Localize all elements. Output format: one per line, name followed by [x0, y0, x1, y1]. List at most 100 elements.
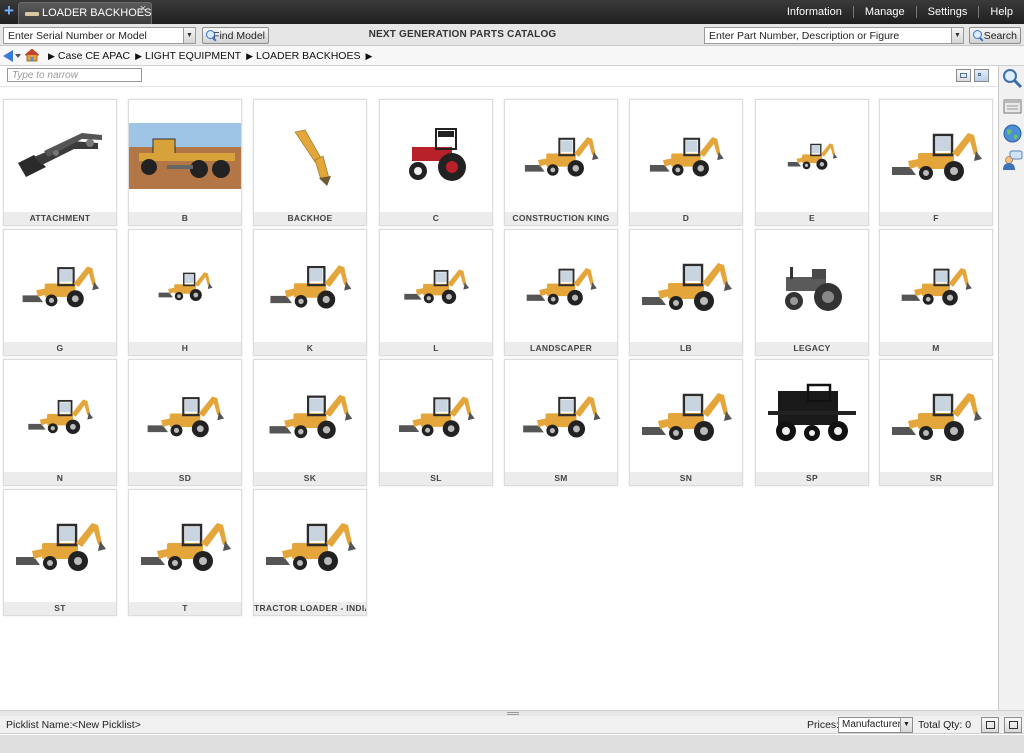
model-card-tractor-loader-india[interactable]: TRACTOR LOADER - INDIA — [253, 489, 367, 616]
menu-information[interactable]: Information — [776, 6, 853, 18]
model-card-m[interactable]: M — [879, 229, 993, 356]
user-chat-icon[interactable] — [1002, 150, 1023, 171]
menu-help[interactable]: Help — [978, 6, 1024, 18]
maximize-panel-button[interactable] — [1004, 717, 1022, 733]
backhoe-loader-icon — [254, 230, 366, 342]
search-bar: Enter Serial Number or Model ▼ Find Mode… — [0, 24, 1024, 46]
tab-loader-backhoes[interactable]: LOADER BACKHOES × — [18, 2, 152, 24]
chevron-down-icon: ▼ — [900, 718, 912, 732]
backhoe-loader-icon — [254, 490, 366, 602]
search-icon[interactable] — [1002, 68, 1023, 89]
backhoe-loader-icon — [4, 230, 116, 342]
home-icon[interactable] — [25, 49, 39, 62]
bottom-panel — [0, 735, 1024, 753]
model-card-label: TRACTOR LOADER - INDIA — [254, 602, 366, 615]
model-card-d[interactable]: D — [629, 99, 743, 226]
model-card-legacy[interactable]: LEGACY — [755, 229, 869, 356]
model-card-f[interactable]: F — [879, 99, 993, 226]
model-card-sn[interactable]: SN — [629, 359, 743, 486]
model-card-label: SP — [756, 472, 868, 485]
model-card-backhoe[interactable]: BACKHOE — [253, 99, 367, 226]
model-card-sl[interactable]: SL — [379, 359, 493, 486]
backhoe-loader-icon — [129, 360, 241, 472]
model-card-label: LANDSCAPER — [505, 342, 617, 355]
menu-settings[interactable]: Settings — [915, 6, 979, 18]
globe-icon[interactable] — [1002, 123, 1023, 144]
backhoe-loader-icon — [129, 230, 241, 342]
catalog-title: NEXT GENERATION PARTS CATALOG — [368, 29, 557, 40]
model-card-label: T — [129, 602, 241, 615]
back-arrow-icon[interactable] — [3, 50, 13, 62]
model-card-t[interactable]: T — [128, 489, 242, 616]
model-card-label: M — [880, 342, 992, 355]
grid-view-button[interactable] — [974, 69, 989, 82]
backhoe-loader-icon — [630, 230, 742, 342]
breadcrumb-separator-icon: ▶ — [365, 50, 373, 61]
model-card-landscaper[interactable]: LANDSCAPER — [504, 229, 618, 356]
model-card-label: LB — [630, 342, 742, 355]
model-card-label: ST — [4, 602, 116, 615]
model-card-h[interactable]: H — [128, 229, 242, 356]
breadcrumb-light-equipment[interactable]: LIGHT EQUIPMENT — [145, 50, 241, 62]
menu-manage[interactable]: Manage — [852, 6, 916, 18]
picklist-name[interactable]: <New Picklist> — [72, 719, 141, 731]
model-card-sp[interactable]: SP — [755, 359, 869, 486]
model-card-attachment[interactable]: ATTACHMENT — [3, 99, 117, 226]
backhoe-loader-icon — [4, 360, 116, 472]
catalog-icon[interactable] — [1002, 96, 1023, 117]
top-menu: Information Manage Settings Help — [776, 0, 1024, 24]
breadcrumb-case-ce-apac[interactable]: Case CE APAC — [58, 50, 130, 62]
part-number-input[interactable]: Enter Part Number, Description or Figure — [704, 27, 952, 44]
list-view-button[interactable] — [956, 69, 971, 82]
model-card-st[interactable]: ST — [3, 489, 117, 616]
model-card-k[interactable]: K — [253, 229, 367, 356]
model-card-sd[interactable]: SD — [128, 359, 242, 486]
model-card-label: CONSTRUCTION KING — [505, 212, 617, 225]
backhoe-loader-icon — [630, 360, 742, 472]
serial-number-input[interactable]: Enter Serial Number or Model — [3, 27, 184, 44]
breadcrumb: ▶ Case CE APAC ▶ LIGHT EQUIPMENT ▶ LOADE… — [0, 46, 1024, 66]
model-card-g[interactable]: G — [3, 229, 117, 356]
model-card-e[interactable]: E — [755, 99, 869, 226]
find-model-button[interactable]: Find Model — [202, 27, 269, 44]
loader-attachment-icon — [4, 100, 116, 212]
model-card-construction-king[interactable]: CONSTRUCTION KING — [504, 99, 618, 226]
model-card-l[interactable]: L — [379, 229, 493, 356]
model-card-label: H — [129, 342, 241, 355]
breadcrumb-trail: ▶ Case CE APAC ▶ LIGHT EQUIPMENT ▶ LOADE… — [46, 50, 375, 62]
narrow-filter-input[interactable] — [7, 68, 142, 82]
model-card-c[interactable]: C — [379, 99, 493, 226]
model-card-sm[interactable]: SM — [504, 359, 618, 486]
backhoe-loader-icon — [254, 360, 366, 472]
serial-dropdown-arrow[interactable]: ▼ — [183, 27, 196, 44]
restore-panel-button[interactable] — [981, 717, 999, 733]
search-icon — [973, 30, 982, 41]
history-dropdown-icon[interactable] — [15, 54, 21, 58]
close-tab-icon[interactable]: × — [138, 4, 148, 15]
part-dropdown-arrow[interactable]: ▼ — [951, 27, 964, 44]
model-grid: ATTACHMENT B BACKHOE C CONSTRUCTION KING… — [0, 86, 998, 710]
tab-label: LOADER BACKHOES — [42, 7, 152, 19]
search-button[interactable]: Search — [969, 27, 1021, 44]
model-card-label: SK — [254, 472, 366, 485]
model-card-label: E — [756, 212, 868, 225]
model-card-n[interactable]: N — [3, 359, 117, 486]
picklist-bar: Picklist Name: <New Picklist> Prices: Ma… — [0, 716, 1024, 734]
model-card-label: K — [254, 342, 366, 355]
model-card-lb[interactable]: LB — [629, 229, 743, 356]
model-card-sk[interactable]: SK — [253, 359, 367, 486]
breadcrumb-loader-backhoes[interactable]: LOADER BACKHOES — [256, 50, 360, 62]
model-card-label: LEGACY — [756, 342, 868, 355]
gray-tractor-icon — [756, 230, 868, 342]
model-card-label: SM — [505, 472, 617, 485]
new-tab-button[interactable]: + — [2, 2, 16, 20]
search-icon — [206, 30, 216, 41]
model-card-b[interactable]: B — [128, 99, 242, 226]
model-card-label: SN — [630, 472, 742, 485]
model-card-sr[interactable]: SR — [879, 359, 993, 486]
backhoe-loader-icon — [880, 360, 992, 472]
model-card-label: L — [380, 342, 492, 355]
backhoe-loader-icon — [505, 230, 617, 342]
prices-label: Prices: — [807, 719, 840, 731]
prices-select[interactable]: Manufacturer ▼ — [838, 717, 913, 733]
